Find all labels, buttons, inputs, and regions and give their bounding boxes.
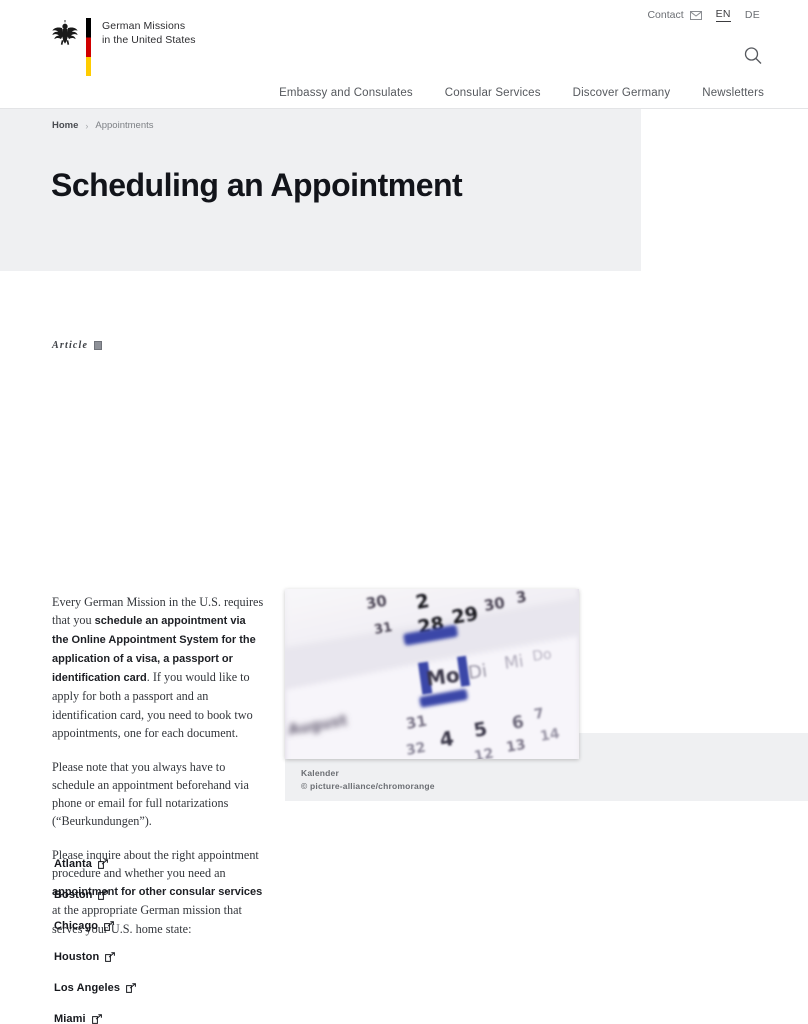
svg-text:30: 30 (483, 594, 507, 615)
svg-text:13: 13 (505, 737, 527, 756)
breadcrumb-separator-icon: › (85, 120, 89, 131)
nav-item-consular-services[interactable]: Consular Services (445, 87, 541, 99)
breadcrumb-current: Appointments (95, 120, 154, 131)
city-link-miami[interactable]: Miami (52, 1012, 104, 1024)
list-item: Houston (52, 950, 312, 981)
lang-switch-en[interactable]: EN (715, 8, 731, 22)
contact-label: Contact (647, 9, 684, 21)
external-link-icon (126, 983, 137, 993)
article-type-label: Article (52, 340, 89, 351)
list-item: Atlanta (52, 857, 312, 888)
figure-caption: Kalender © picture-alliance/chromorange (301, 767, 435, 793)
list-item: Boston (52, 888, 312, 919)
calendar-photo: 30 31 2 28 29 30 3 Mo Di Mi Do 31 4 5 6 … (285, 589, 579, 759)
meta-navigation: Contact EN DE (647, 8, 760, 22)
search-icon (744, 47, 762, 64)
city-label: Atlanta (54, 858, 92, 870)
svg-text:29: 29 (450, 603, 480, 629)
city-link-boston[interactable]: Boston (52, 888, 110, 902)
external-link-icon (98, 859, 108, 869)
german-eagle-icon (52, 20, 78, 45)
list-item: Los Angeles (52, 981, 312, 1012)
city-label: Los Angeles (54, 982, 121, 994)
svg-text:Mo: Mo (424, 663, 461, 691)
page-title-band: Home › Appointments Scheduling an Appoin… (0, 109, 641, 351)
nav-item-embassy-and-consulates[interactable]: Embassy and Consulates (279, 87, 413, 99)
mail-icon (689, 10, 702, 20)
nav-item-discover-germany[interactable]: Discover Germany (573, 87, 671, 99)
city-label: Houston (54, 951, 100, 963)
city-link-houston[interactable]: Houston (52, 950, 117, 964)
city-label: Miami (54, 1013, 86, 1024)
logo-line-2: in the United States (102, 33, 196, 46)
city-link-atlanta[interactable]: Atlanta (52, 857, 110, 871)
calendar-photo-image: 30 31 2 28 29 30 3 Mo Di Mi Do 31 4 5 6 … (285, 589, 579, 759)
external-link-icon (98, 890, 109, 900)
svg-text:31: 31 (373, 620, 393, 638)
article-type-badge: Article (52, 340, 103, 351)
svg-text:Do: Do (531, 646, 552, 665)
search-button[interactable] (742, 45, 764, 67)
svg-text:31: 31 (405, 712, 429, 733)
consulate-city-list: Atlanta Boston Chicago Houston Los Angel… (52, 857, 312, 1024)
nav-item-newsletters[interactable]: Newsletters (702, 87, 764, 99)
german-flag-bar (86, 18, 91, 76)
svg-text:32: 32 (405, 740, 427, 759)
document-icon (94, 341, 103, 350)
site-logo[interactable]: German Missions in the United States (52, 18, 196, 76)
logo-line-1: German Missions (102, 20, 186, 32)
external-link-icon (105, 952, 116, 962)
svg-text:12: 12 (473, 746, 495, 759)
article-figure: 30 31 2 28 29 30 3 Mo Di Mi Do 31 4 5 6 … (285, 589, 579, 791)
svg-text:Di: Di (467, 661, 489, 684)
city-label: Chicago (54, 920, 99, 932)
list-item: Chicago (52, 919, 312, 950)
paragraph-2: Please note that you always have to sche… (52, 759, 249, 829)
svg-text:30: 30 (365, 592, 389, 613)
breadcrumb: Home › Appointments (52, 120, 154, 131)
caption-credit: © picture-alliance/chromorange (301, 781, 435, 791)
list-item: Miami (52, 1012, 312, 1024)
svg-text:Mi: Mi (503, 651, 525, 674)
external-link-icon (91, 1014, 102, 1024)
logo-text: German Missions in the United States (102, 18, 196, 47)
city-link-chicago[interactable]: Chicago (52, 919, 116, 933)
svg-text:14: 14 (539, 726, 561, 745)
breadcrumb-home[interactable]: Home (52, 120, 78, 131)
page-title: Scheduling an Appointment (51, 167, 463, 203)
city-link-los-angeles[interactable]: Los Angeles (52, 981, 138, 995)
lang-switch-de[interactable]: DE (745, 9, 760, 21)
external-link-icon (104, 921, 114, 931)
main-navigation: Embassy and Consulates Consular Services… (279, 87, 764, 99)
city-label: Boston (54, 889, 93, 901)
site-header: German Missions in the United States Con… (0, 0, 808, 109)
paragraph-1: Every German Mission in the U.S. require… (52, 593, 264, 742)
contact-link[interactable]: Contact (647, 9, 702, 21)
caption-title: Kalender (301, 768, 339, 778)
